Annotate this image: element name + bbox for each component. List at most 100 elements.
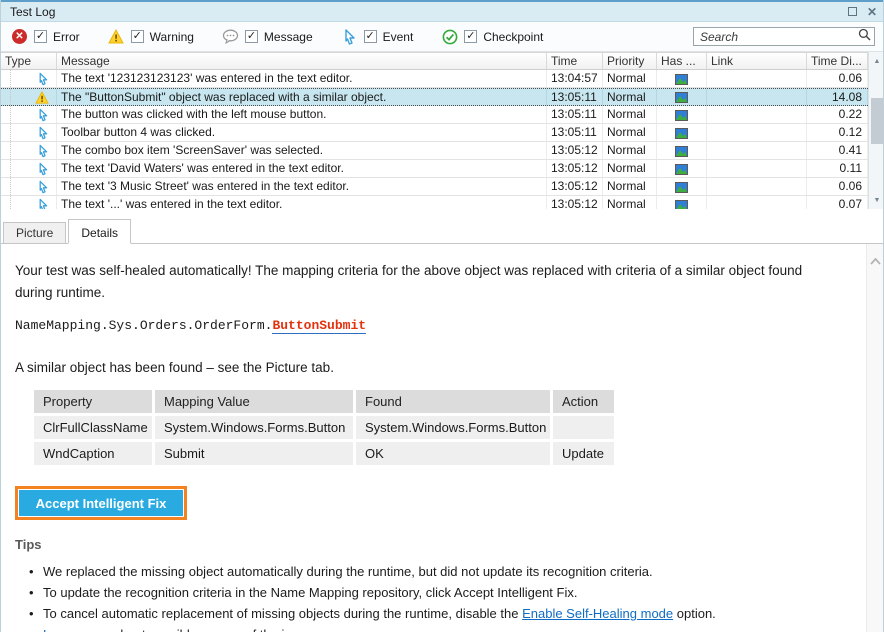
search-box xyxy=(693,27,875,46)
message-checkbox[interactable]: ✓ xyxy=(245,30,258,43)
mapping-cell: OK xyxy=(356,442,550,465)
self-healed-text: Your test was self-healed automatically!… xyxy=(15,260,843,304)
search-input[interactable] xyxy=(700,30,858,44)
tips-list: We replaced the missing object automatic… xyxy=(15,561,843,632)
accept-intelligent-fix-button[interactable]: Accept Intelligent Fix xyxy=(15,486,187,520)
tab-details[interactable]: Details xyxy=(68,219,131,244)
log-row[interactable]: Toolbar button 4 was clicked.13:05:11Nor… xyxy=(1,124,868,142)
splitter xyxy=(1,209,883,218)
warning-icon xyxy=(1,89,57,105)
log-cell: 13:05:12 xyxy=(547,142,603,159)
filter-message: ✓ Message xyxy=(222,29,313,45)
log-table-header: TypeMessageTimePriorityHas ...LinkTime D… xyxy=(1,52,868,70)
scroll-thumb[interactable] xyxy=(871,98,883,144)
column-header[interactable]: Type xyxy=(1,53,57,69)
log-row[interactable]: The text '123123123123' was entered in t… xyxy=(1,70,868,88)
checkpoint-icon xyxy=(441,29,458,45)
log-cell: 0.06 xyxy=(807,178,868,195)
column-header[interactable]: Link xyxy=(707,53,807,69)
test-log-panel: Test Log ✕ ✕ ✓ Error ✓ Warning ✓ Message xyxy=(0,0,884,632)
log-row[interactable]: The text '3 Music Street' was entered in… xyxy=(1,178,868,196)
event-icon xyxy=(1,160,57,177)
has-picture-icon xyxy=(657,124,707,141)
tip-item: We replaced the missing object automatic… xyxy=(15,561,843,582)
log-cell xyxy=(707,178,807,195)
log-cell: 13:05:12 xyxy=(547,196,603,209)
event-cursor-icon xyxy=(341,29,358,45)
scroll-down-icon[interactable]: ▼ xyxy=(869,193,884,207)
log-cell: Normal xyxy=(603,160,657,177)
log-row[interactable]: The text 'David Waters' was entered in t… xyxy=(1,160,868,178)
column-header[interactable]: Time Di... xyxy=(807,53,868,69)
details-scrollbar[interactable] xyxy=(866,244,883,632)
tip-link[interactable]: Enable Self-Healing mode xyxy=(522,606,673,621)
column-header[interactable]: Message xyxy=(57,53,547,69)
details-pane: Your test was self-healed automatically!… xyxy=(1,243,883,632)
filter-label: Checkpoint xyxy=(483,30,543,44)
log-table: TypeMessageTimePriorityHas ...LinkTime D… xyxy=(1,52,883,209)
log-cell: 13:05:11 xyxy=(547,106,603,123)
event-icon xyxy=(1,106,57,123)
column-header[interactable]: Time xyxy=(547,53,603,69)
log-cell: The text '123123123123' was entered in t… xyxy=(57,70,547,87)
log-cell: 13:05:12 xyxy=(547,160,603,177)
column-header[interactable]: Priority xyxy=(603,53,657,69)
log-cell: 0.41 xyxy=(807,142,868,159)
log-cell xyxy=(707,106,807,123)
has-picture-icon xyxy=(657,106,707,123)
log-scrollbar[interactable]: ▲ ▼ xyxy=(868,52,883,209)
tip-item: To cancel automatic replacement of missi… xyxy=(15,603,843,624)
log-rows: The text '123123123123' was entered in t… xyxy=(1,70,868,209)
log-cell: 0.11 xyxy=(807,160,868,177)
log-cell: 13:05:11 xyxy=(547,89,603,105)
mapping-cell xyxy=(553,416,614,439)
error-checkbox[interactable]: ✓ xyxy=(34,30,47,43)
log-cell: The text 'David Waters' was entered in t… xyxy=(57,160,547,177)
log-row[interactable]: The "ButtonSubmit" object was replaced w… xyxy=(1,88,868,106)
log-cell: Toolbar button 4 was clicked. xyxy=(57,124,547,141)
filter-label: Event xyxy=(383,30,414,44)
log-cell: The button was clicked with the left mou… xyxy=(57,106,547,123)
error-icon: ✕ xyxy=(11,29,28,45)
warning-checkbox[interactable]: ✓ xyxy=(131,30,144,43)
tab-picture[interactable]: Picture xyxy=(3,222,66,243)
log-cell: Normal xyxy=(603,89,657,105)
log-cell: 13:04:57 xyxy=(547,70,603,87)
tips-title: Tips xyxy=(15,537,843,552)
log-cell: Normal xyxy=(603,196,657,209)
filter-warning: ✓ Warning xyxy=(108,29,194,45)
mapping-column-header: Mapping Value xyxy=(155,390,353,413)
event-icon xyxy=(1,124,57,141)
log-cell xyxy=(707,142,807,159)
close-icon[interactable]: ✕ xyxy=(867,7,877,17)
log-row[interactable]: The text '...' was entered in the text e… xyxy=(1,196,868,209)
column-header[interactable]: Has ... xyxy=(657,53,707,69)
button-submit-link[interactable]: ButtonSubmit xyxy=(272,318,366,334)
log-cell: The text '...' was entered in the text e… xyxy=(57,196,547,209)
log-cell: 0.06 xyxy=(807,70,868,87)
event-icon xyxy=(1,196,57,209)
log-cell: The text '3 Music Street' was entered in… xyxy=(57,178,547,195)
similar-object-text: A similar object has been found – see th… xyxy=(15,360,843,375)
log-row[interactable]: The combo box item 'ScreenSaver' was sel… xyxy=(1,142,868,160)
log-cell xyxy=(707,89,807,105)
details-scroll-up-icon[interactable] xyxy=(870,252,881,270)
event-icon xyxy=(1,178,57,195)
log-cell xyxy=(707,124,807,141)
filter-label: Message xyxy=(264,30,313,44)
log-cell: 13:05:12 xyxy=(547,178,603,195)
tip-item: To update the recognition criteria in th… xyxy=(15,582,843,603)
event-icon xyxy=(1,142,57,159)
checkpoint-checkbox[interactable]: ✓ xyxy=(464,30,477,43)
tip-link[interactable]: Learn more xyxy=(43,627,109,632)
log-cell xyxy=(707,70,807,87)
log-cell: 14.08 xyxy=(807,89,868,105)
log-cell xyxy=(707,196,807,209)
mapping-cell: System.Windows.Forms.Button xyxy=(155,416,353,439)
has-picture-icon xyxy=(657,196,707,209)
event-checkbox[interactable]: ✓ xyxy=(364,30,377,43)
log-row[interactable]: The button was clicked with the left mou… xyxy=(1,106,868,124)
scroll-up-icon[interactable]: ▲ xyxy=(869,54,884,68)
details-tabbar: Picture Details xyxy=(1,218,883,243)
float-window-icon[interactable] xyxy=(848,7,857,16)
